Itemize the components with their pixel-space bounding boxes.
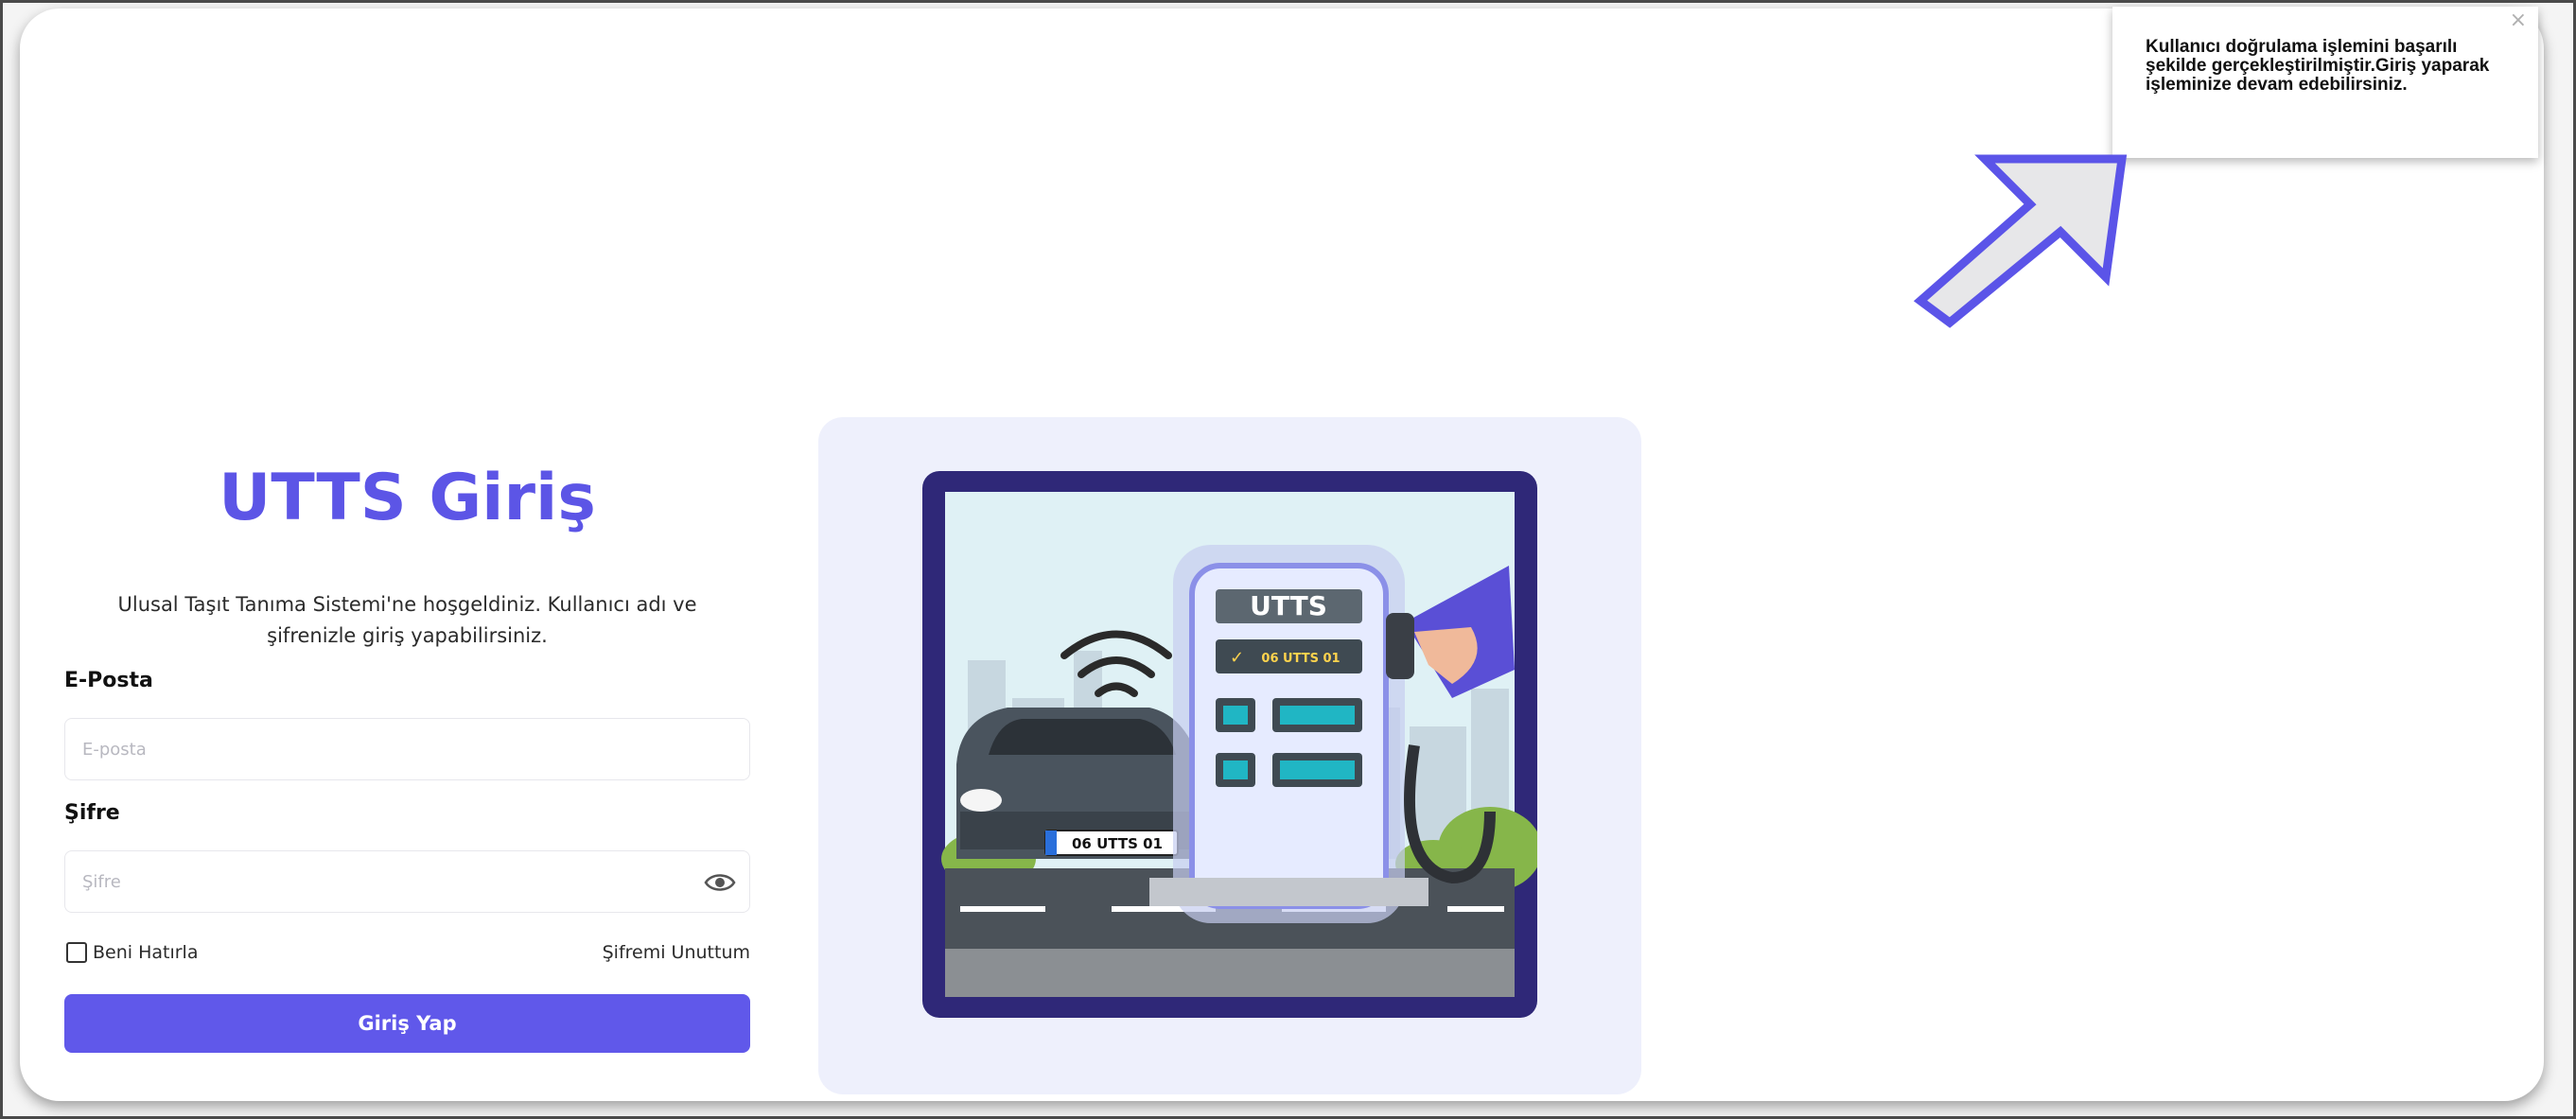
eye-icon[interactable] bbox=[704, 868, 736, 897]
pump-plate-text: 06 UTTS 01 bbox=[1261, 652, 1340, 666]
remember-label: Beni Hatırla bbox=[93, 942, 199, 963]
car-plate-text: 06 UTTS 01 bbox=[1072, 835, 1163, 852]
toast-message: Kullanıcı doğrulama işlemini başarılı şe… bbox=[2146, 37, 2490, 95]
svg-text:✓: ✓ bbox=[1230, 648, 1244, 668]
remember-checkbox[interactable] bbox=[66, 942, 87, 963]
close-icon[interactable]: × bbox=[2510, 10, 2527, 31]
arrow-icon bbox=[1913, 154, 2128, 328]
vehicle-recognition-illustration: 06 UTTS 01 UTTS ✓ 06 UTTS 01 bbox=[922, 471, 1537, 1018]
password-label: Şifre bbox=[64, 801, 120, 825]
screenshot-frame: UTTS Giriş Ulusal Taşıt Tanıma Sistemi'n… bbox=[0, 0, 2576, 1119]
login-button[interactable]: Giriş Yap bbox=[64, 994, 750, 1053]
email-field-wrapper bbox=[64, 718, 750, 780]
email-input[interactable] bbox=[65, 719, 688, 779]
success-toast: Kullanıcı doğrulama işlemini başarılı şe… bbox=[2112, 7, 2538, 158]
password-input[interactable] bbox=[65, 851, 688, 912]
password-field-wrapper bbox=[64, 850, 750, 913]
forgot-password-link[interactable]: Şifremi Unuttum bbox=[533, 939, 750, 966]
pump-label-text: UTTS bbox=[1250, 590, 1327, 621]
welcome-text: Ulusal Taşıt Tanıma Sistemi'ne hoşgeldin… bbox=[117, 593, 697, 647]
remember-me[interactable]: Beni Hatırla bbox=[66, 939, 198, 966]
page-title: UTTS Giriş bbox=[219, 461, 596, 535]
email-label: E-Posta bbox=[64, 669, 153, 692]
